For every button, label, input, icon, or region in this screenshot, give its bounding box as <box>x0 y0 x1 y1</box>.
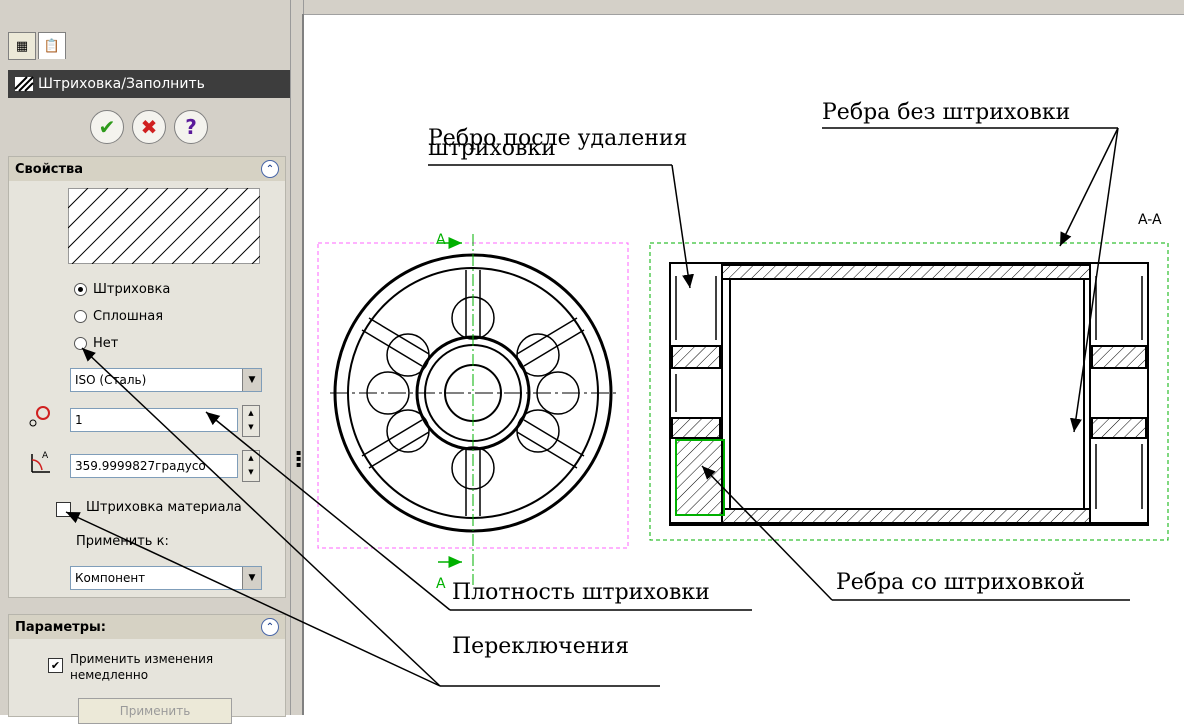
scale-input[interactable]: 1 <box>70 408 238 432</box>
cancel-button[interactable]: ✖ <box>132 110 166 144</box>
radio-hatch[interactable]: Штриховка <box>74 282 170 297</box>
property-manager-title: Штриховка/Заполнить <box>8 70 290 98</box>
pattern-select[interactable]: ISO (Сталь) ▼ <box>70 368 262 392</box>
material-hatch-label: Штриховка материала <box>86 500 242 515</box>
radio-solid[interactable]: Сплошная <box>74 309 163 324</box>
section-view-frame <box>649 242 1169 541</box>
tab-feature-tree[interactable]: ▦ <box>8 32 36 60</box>
apply-immediately-label-2: немедленно <box>70 668 149 682</box>
section-mark-bottom: A <box>436 576 446 592</box>
annotation-rib-after-removal-2: штриховки <box>428 136 556 161</box>
splitter-grip-icon[interactable]: ▪ ▪ ▪ <box>296 449 301 469</box>
section-view <box>669 262 1149 526</box>
spin-down-icon[interactable]: ▼ <box>243 465 259 479</box>
angle-spinner[interactable]: ▲ ▼ <box>242 450 260 482</box>
radio-none[interactable]: Нет <box>74 336 118 351</box>
parameters-header[interactable]: Параметры: ⌃ <box>9 615 285 639</box>
annotation-ribs-with-hatch: Ребра со штриховкой <box>836 570 1085 595</box>
canvas-border <box>302 14 304 715</box>
ok-button[interactable]: ✔ <box>90 110 124 144</box>
spin-down-icon[interactable]: ▼ <box>243 420 259 434</box>
panel-tabs: ▦ 📋 <box>8 30 94 62</box>
front-view <box>330 253 618 533</box>
section-mark-top: A <box>436 232 446 248</box>
apply-immediately-checkbox[interactable]: ✔ <box>48 658 63 673</box>
property-manager-icon: 📋 <box>43 38 61 54</box>
angle-input[interactable]: 359.9999827градусо <box>70 454 238 478</box>
scale-icon <box>29 406 50 427</box>
front-view-frame <box>317 242 629 549</box>
action-buttons: ✔ ✖ ? <box>90 110 208 144</box>
apply-to-label: Применить к: <box>76 534 169 549</box>
annotation-hatch-density: Плотность штриховки <box>452 580 710 605</box>
apply-immediately-label: Применить изменения <box>70 652 214 666</box>
spin-up-icon[interactable]: ▲ <box>243 406 259 420</box>
help-button[interactable]: ? <box>174 110 208 144</box>
tab-property-manager[interactable]: 📋 <box>38 32 66 59</box>
properties-header[interactable]: Свойства ⌃ <box>9 157 285 181</box>
annotation-switches: Переключения <box>452 634 629 659</box>
spin-up-icon[interactable]: ▲ <box>243 451 259 465</box>
radio-none-dot <box>74 337 87 350</box>
radio-hatch-dot <box>74 283 87 296</box>
apply-to-select[interactable]: Компонент ▼ <box>70 566 262 590</box>
radio-solid-dot <box>74 310 87 323</box>
collapse-icon[interactable]: ⌃ <box>261 160 279 178</box>
section-label: A-A <box>1138 212 1162 228</box>
apply-button[interactable]: Применить <box>78 698 232 724</box>
hatch-icon <box>14 76 34 92</box>
feature-tree-icon: ▦ <box>15 38 29 54</box>
chevron-down-icon[interactable]: ▼ <box>242 567 261 589</box>
scale-spinner[interactable]: ▲ ▼ <box>242 405 260 437</box>
svg-text:A: A <box>42 451 49 461</box>
material-hatch-checkbox[interactable] <box>56 502 71 517</box>
angle-icon: A <box>31 451 50 473</box>
collapse-icon[interactable]: ⌃ <box>261 618 279 636</box>
hatch-preview <box>68 188 260 264</box>
chevron-down-icon[interactable]: ▼ <box>242 369 261 391</box>
annotation-ribs-no-hatch: Ребра без штриховки <box>822 100 1071 125</box>
property-manager-panel: ▦ 📋 Штриховка/Заполнить ✔ ✖ ? Свойства ⌃… <box>0 0 300 724</box>
